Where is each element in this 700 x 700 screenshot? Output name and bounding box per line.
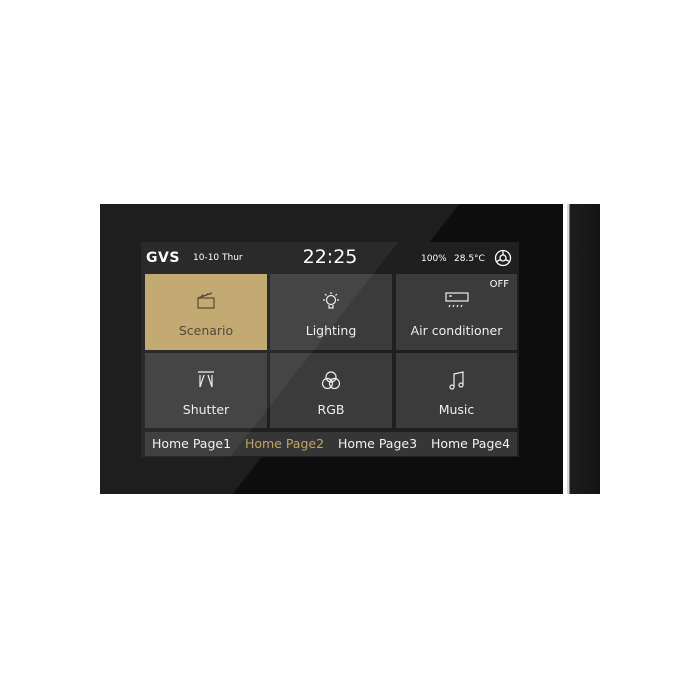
tile-lighting[interactable]: Lighting bbox=[270, 274, 392, 350]
tile-label: Scenario bbox=[178, 323, 234, 338]
air-conditioner-icon bbox=[444, 292, 469, 308]
page-tabs: Home Page1 Home Page2 Home Page3 Home Pa… bbox=[145, 432, 517, 456]
tile-rgb[interactable]: RGB bbox=[270, 353, 392, 428]
tile-air-conditioner[interactable]: OFF Air conditioner bbox=[396, 274, 517, 350]
tile-label: Air conditioner bbox=[410, 323, 503, 338]
tab-home-page1[interactable]: Home Page1 bbox=[145, 432, 238, 456]
clapperboard-icon bbox=[197, 292, 215, 309]
side-frame bbox=[567, 204, 600, 494]
touch-screen: GVS 10-10 Thur 22:25 100% 28.5°C Scenari… bbox=[141, 242, 519, 457]
curtain-icon bbox=[198, 371, 214, 388]
status-badge: OFF bbox=[489, 279, 509, 290]
rgb-circles-icon bbox=[321, 371, 341, 390]
gear-icon[interactable] bbox=[494, 249, 512, 267]
level-readout: 100% bbox=[421, 254, 447, 264]
status-bar: GVS 10-10 Thur 22:25 100% 28.5°C bbox=[141, 242, 519, 273]
tile-scenario[interactable]: Scenario bbox=[145, 274, 267, 350]
music-note-icon bbox=[448, 371, 464, 390]
tab-home-page3[interactable]: Home Page3 bbox=[331, 432, 424, 456]
tile-label: Shutter bbox=[182, 402, 230, 417]
temperature-readout: 28.5°C bbox=[454, 254, 485, 264]
tile-shutter[interactable]: Shutter bbox=[145, 353, 267, 428]
light-bulb-icon bbox=[323, 292, 339, 309]
tile-label: Music bbox=[438, 402, 475, 417]
tile-label: Lighting bbox=[305, 323, 357, 338]
tab-home-page4[interactable]: Home Page4 bbox=[424, 432, 517, 456]
tile-label: RGB bbox=[317, 402, 345, 417]
tile-music[interactable]: Music bbox=[396, 353, 517, 428]
tab-home-page2[interactable]: Home Page2 bbox=[238, 432, 331, 456]
